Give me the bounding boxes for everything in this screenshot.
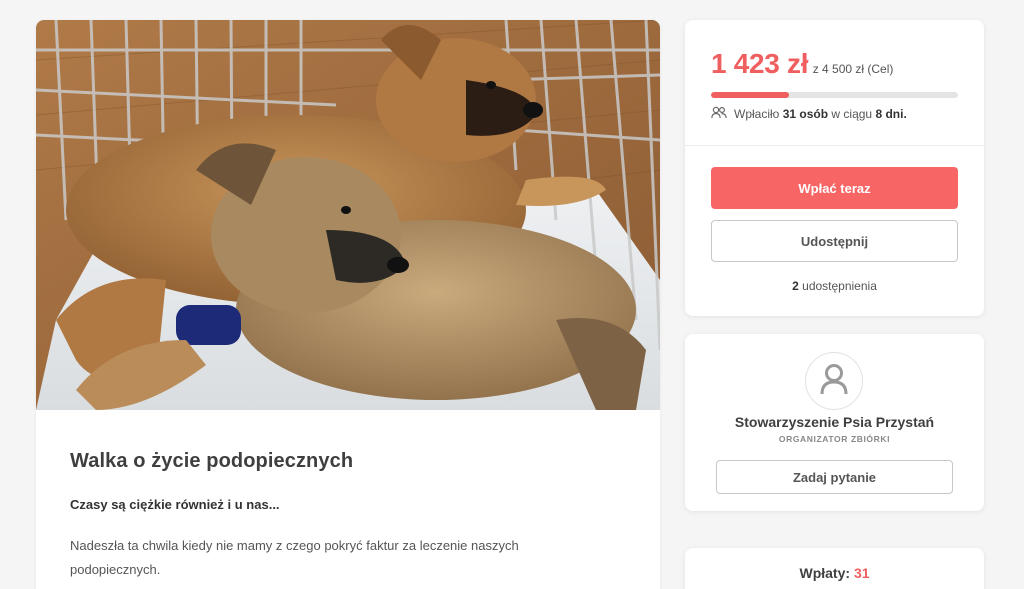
donate-now-button[interactable]: Wpłać teraz: [711, 167, 958, 209]
organizer-name: Stowarzyszenie Psia Przystań: [734, 414, 935, 430]
goal-amount: z 4 500 zł (Cel): [812, 62, 894, 76]
shares-number: 2: [792, 279, 799, 293]
donation-card: 1 423 zł z 4 500 zł (Cel) Wpłaciło 31 os…: [685, 20, 984, 316]
campaign-description: Nadeszła ta chwila kiedy nie mamy z czeg…: [70, 538, 519, 577]
payments-header: Wpłaty: 31: [685, 565, 984, 581]
shares-count: 2 udostępnienia: [685, 279, 984, 293]
people-icon: [711, 106, 727, 122]
organizer-role: ORGANIZATOR ZBIÓRKI: [778, 434, 891, 444]
supporters-info: Wpłaciło 31 osób w ciągu 8 dni.: [711, 106, 907, 122]
campaign-photo: [36, 20, 660, 410]
amount-row: 1 423 zł z 4 500 zł (Cel): [711, 48, 893, 80]
ask-question-button[interactable]: Zadaj pytanie: [716, 460, 953, 494]
avatar: [805, 352, 863, 410]
shares-label: udostępnienia: [802, 279, 877, 293]
progress-bar: [711, 92, 958, 98]
supporters-count: 31 osób: [782, 107, 829, 121]
supporters-days: 8 dni.: [875, 107, 907, 121]
supporters-prefix: Wpłaciło: [734, 107, 780, 121]
organizer-card: Stowarzyszenie Psia Przystań ORGANIZATOR…: [685, 334, 984, 511]
raised-amount: 1 423 zł: [711, 48, 809, 79]
progress-fill: [711, 92, 790, 98]
payments-count: 31: [853, 565, 870, 581]
campaign-title: Walka o życie podopiecznych: [70, 450, 354, 472]
supporters-mid: w ciągu: [831, 107, 873, 121]
payments-card: Wpłaty: 31: [685, 548, 984, 589]
share-button[interactable]: Udostępnij: [711, 220, 958, 262]
payments-label: Wpłaty:: [799, 565, 851, 581]
campaign-card: Walka o życie podopiecznych Czasy są cię…: [36, 20, 660, 589]
divider: [685, 145, 984, 146]
campaign-lead: Czasy są ciężkie również i u nas...: [70, 497, 280, 512]
user-icon: [819, 363, 849, 400]
